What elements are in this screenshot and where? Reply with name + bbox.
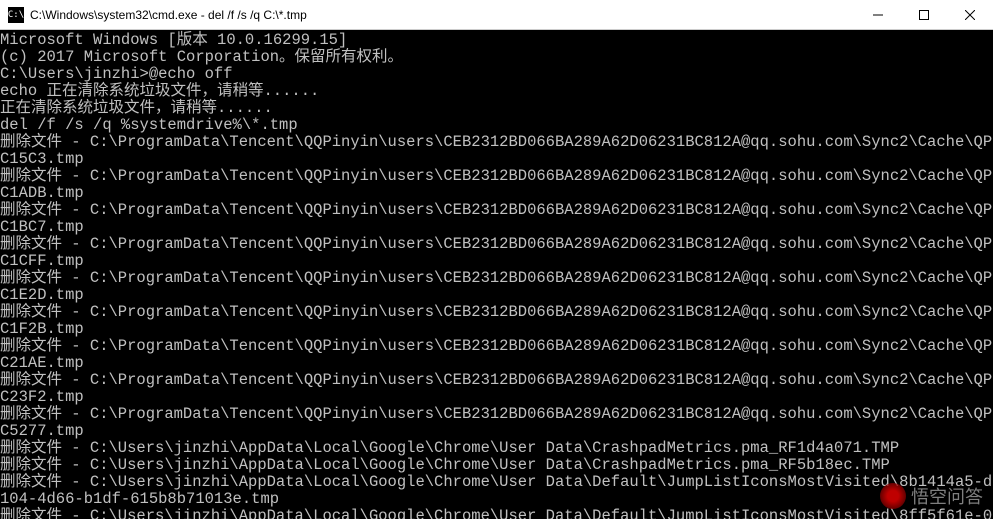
close-button[interactable] — [947, 0, 993, 30]
console-line: 删除文件 - C:\ProgramData\Tencent\QQPinyin\u… — [0, 372, 993, 406]
minimize-button[interactable] — [855, 0, 901, 30]
console-line: 删除文件 - C:\ProgramData\Tencent\QQPinyin\u… — [0, 236, 993, 270]
console-line: 删除文件 - C:\ProgramData\Tencent\QQPinyin\u… — [0, 338, 993, 372]
watermark-icon — [880, 483, 906, 509]
console-output[interactable]: Microsoft Windows [版本 10.0.16299.15](c) … — [0, 30, 993, 519]
watermark-text: 悟空问答 — [911, 483, 983, 509]
console-line: Microsoft Windows [版本 10.0.16299.15] — [0, 32, 993, 49]
window-controls — [855, 0, 993, 29]
console-line: 删除文件 - C:\Users\jinzhi\AppData\Local\Goo… — [0, 508, 993, 519]
maximize-button[interactable] — [901, 0, 947, 30]
cmd-icon: C:\ — [8, 7, 24, 23]
console-line: 删除文件 - C:\Users\jinzhi\AppData\Local\Goo… — [0, 474, 993, 508]
console-line: echo 正在清除系统垃圾文件，请稍等...... — [0, 83, 993, 100]
watermark: 悟空问答 — [880, 483, 983, 509]
console-line: 删除文件 - C:\Users\jinzhi\AppData\Local\Goo… — [0, 440, 993, 457]
console-line: 删除文件 - C:\ProgramData\Tencent\QQPinyin\u… — [0, 202, 993, 236]
console-line: 删除文件 - C:\ProgramData\Tencent\QQPinyin\u… — [0, 134, 993, 168]
console-line: 删除文件 - C:\ProgramData\Tencent\QQPinyin\u… — [0, 270, 993, 304]
console-line: 删除文件 - C:\Users\jinzhi\AppData\Local\Goo… — [0, 457, 993, 474]
console-line: 删除文件 - C:\ProgramData\Tencent\QQPinyin\u… — [0, 168, 993, 202]
window-title: C:\Windows\system32\cmd.exe - del /f /s … — [30, 8, 855, 22]
console-line: (c) 2017 Microsoft Corporation。保留所有权利。 — [0, 49, 993, 66]
console-line: C:\Users\jinzhi>@echo off — [0, 66, 993, 83]
console-line: del /f /s /q %systemdrive%\*.tmp — [0, 117, 993, 134]
console-line: 删除文件 - C:\ProgramData\Tencent\QQPinyin\u… — [0, 406, 993, 440]
titlebar[interactable]: C:\ C:\Windows\system32\cmd.exe - del /f… — [0, 0, 993, 30]
cmd-window: C:\ C:\Windows\system32\cmd.exe - del /f… — [0, 0, 993, 519]
console-line: 正在清除系统垃圾文件，请稍等...... — [0, 100, 993, 117]
console-line: 删除文件 - C:\ProgramData\Tencent\QQPinyin\u… — [0, 304, 993, 338]
